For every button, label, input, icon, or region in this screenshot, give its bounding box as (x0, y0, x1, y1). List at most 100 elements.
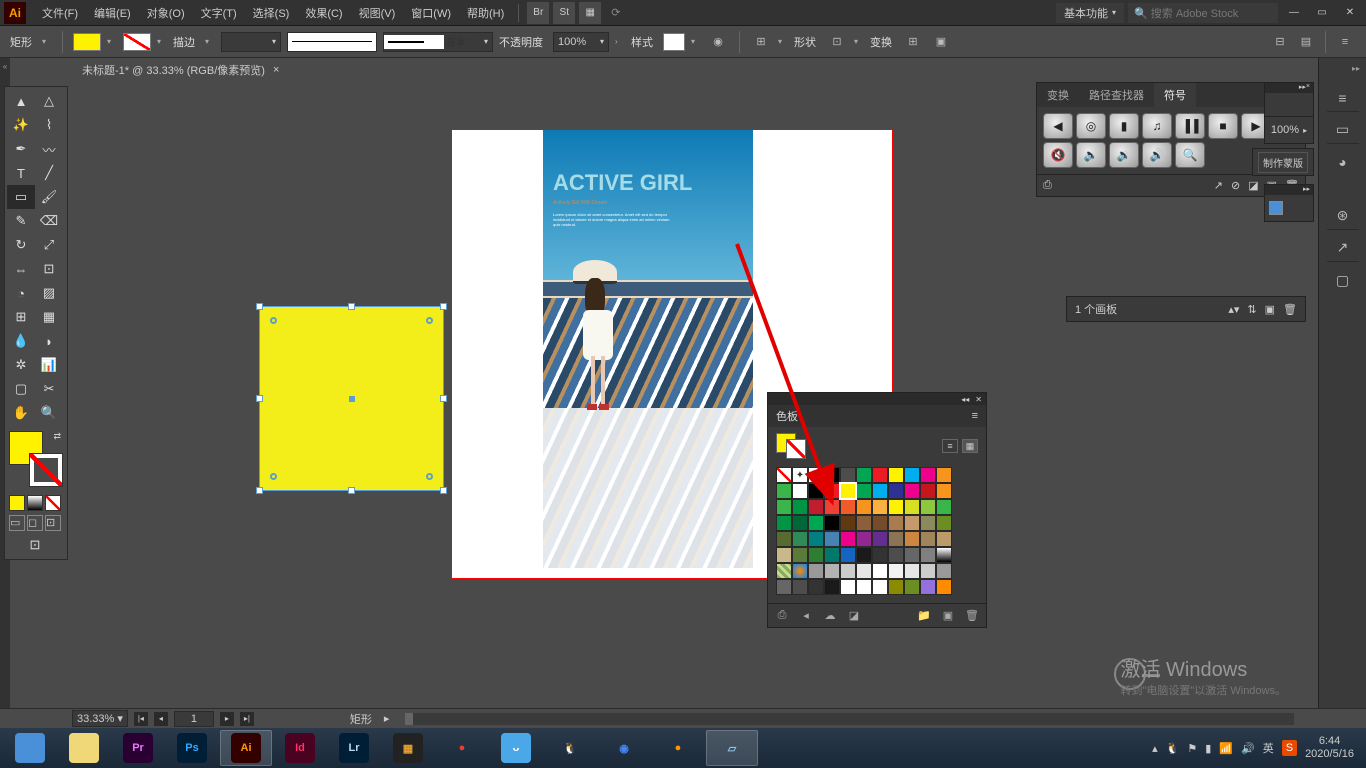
properties-panel-icon[interactable]: ≡ (1327, 84, 1359, 112)
taskbar-clock[interactable]: 6:44 2020/5/16 (1305, 735, 1354, 761)
maximize-button[interactable]: ▭ (1310, 3, 1334, 23)
swatch-17[interactable] (872, 483, 888, 499)
swatch-cloud-icon[interactable]: ☁ (822, 608, 838, 624)
prev-artboard-icon[interactable]: ◂ (154, 712, 168, 726)
perspective-tool[interactable]: ▨ (35, 281, 63, 305)
swatch-82[interactable] (856, 579, 872, 595)
curvature-tool[interactable]: 〰 (35, 137, 63, 161)
isolate-icon[interactable]: ▣ (930, 31, 952, 53)
swatch-4[interactable] (840, 467, 856, 483)
swatch-2[interactable] (808, 467, 824, 483)
taskbar-premiere[interactable]: Pr (112, 730, 164, 766)
pen-tool[interactable]: ✒ (7, 137, 35, 161)
opacity-input[interactable]: 100%▾ (553, 32, 609, 52)
line-tool[interactable]: ╱ (35, 161, 63, 185)
magic-wand-tool[interactable]: ✨ (7, 113, 35, 137)
swatch-48[interactable] (840, 531, 856, 547)
swatch-8[interactable] (904, 467, 920, 483)
gradient-mode-icon[interactable] (27, 495, 43, 511)
place-symbol-icon[interactable]: ↗ (1214, 179, 1223, 192)
search-stock-input[interactable]: 🔍 搜索 Adobe Stock (1128, 3, 1278, 23)
swatch-39[interactable] (872, 515, 888, 531)
graphic-style-swatch[interactable] (663, 33, 685, 51)
rotate-tool[interactable]: ↻ (7, 233, 35, 257)
taskbar-chrome[interactable]: ◉ (598, 730, 650, 766)
arrange-icon[interactable]: ▦ (579, 2, 601, 24)
draw-inside-icon[interactable]: ⊡ (45, 515, 61, 531)
tray-network-icon[interactable]: 📶 (1219, 742, 1233, 755)
swatch-0[interactable] (776, 467, 792, 483)
swatch-57[interactable] (808, 547, 824, 563)
swatch-75[interactable] (920, 563, 936, 579)
fill-color-swatch[interactable] (73, 33, 101, 51)
swatch-65[interactable] (936, 547, 952, 563)
swatch-6[interactable] (872, 467, 888, 483)
zoom-value[interactable]: 100% (1271, 124, 1299, 136)
swatch-27[interactable] (856, 499, 872, 515)
swatch-fill-stroke[interactable] (776, 433, 806, 459)
draw-normal-icon[interactable]: ▭ (9, 515, 25, 531)
swatch-50[interactable] (872, 531, 888, 547)
mini-close-icon[interactable]: × (1306, 83, 1310, 93)
artb-new-icon[interactable]: ▣ (1265, 303, 1275, 316)
selected-rectangle[interactable] (260, 307, 443, 490)
symbols-tab[interactable]: 符号 (1154, 83, 1196, 107)
color-panel-icon[interactable]: ▭ (1327, 116, 1359, 144)
symbol-11[interactable]: 🔍 (1175, 142, 1205, 168)
artb-delete-icon[interactable]: 🗑 (1283, 303, 1297, 316)
swatch-54[interactable] (936, 531, 952, 547)
swatch-49[interactable] (856, 531, 872, 547)
stroke-weight-input[interactable]: ▾ (221, 32, 281, 52)
symbol-options-icon[interactable]: ◪ (1248, 179, 1258, 192)
swatch-62[interactable] (888, 547, 904, 563)
swatch-85[interactable] (904, 579, 920, 595)
symbol-sprayer-tool[interactable]: ✲ (7, 353, 35, 377)
minimize-button[interactable]: — (1282, 3, 1306, 23)
shape-menu-icon[interactable]: ▾ (42, 37, 52, 46)
swatch-44[interactable] (776, 531, 792, 547)
swatch-32[interactable] (936, 499, 952, 515)
tray-up-icon[interactable]: ▴ (1152, 742, 1158, 755)
type-tool[interactable]: T (7, 161, 35, 185)
panel-menu-icon[interactable]: ≡ (1334, 31, 1356, 53)
symbol-10[interactable]: 🔊 (1142, 142, 1172, 168)
eraser-tool[interactable]: ⌫ (35, 209, 63, 233)
swatch-7[interactable] (888, 467, 904, 483)
swatch-28[interactable] (872, 499, 888, 515)
swatch-kind-icon[interactable]: ◂ (798, 608, 814, 624)
panel-collapse-icon[interactable]: ◂◂ (961, 395, 969, 404)
symbol-4[interactable]: ▐▐ (1175, 113, 1205, 139)
swatch-24[interactable] (808, 499, 824, 515)
brush-tool[interactable]: 🖌 (35, 185, 63, 209)
swatch-options-icon[interactable]: ◪ (846, 608, 862, 624)
transform-icon[interactable]: ⊞ (902, 31, 924, 53)
lasso-tool[interactable]: ⌇ (35, 113, 63, 137)
zoom-tool[interactable]: 🔍 (35, 401, 63, 425)
close-button[interactable]: ✕ (1338, 3, 1362, 23)
menu-view[interactable]: 视图(V) (351, 0, 404, 26)
tray-qq-icon[interactable]: 🐧 (1166, 742, 1180, 755)
swatch-51[interactable] (888, 531, 904, 547)
screen-mode-icon[interactable]: ⊡ (7, 533, 63, 557)
panel-close-icon[interactable]: ✕ (975, 395, 982, 404)
swatch-20[interactable] (920, 483, 936, 499)
new-swatch-icon[interactable]: ▣ (940, 608, 956, 624)
direct-selection-tool[interactable]: △ (35, 89, 63, 113)
taskbar-firefox[interactable]: ● (652, 730, 704, 766)
width-tool[interactable]: ⇔ (7, 257, 35, 281)
brush-dropdown[interactable]: 基本▾ (383, 32, 493, 52)
swatch-1[interactable] (792, 467, 808, 483)
swatch-37[interactable] (840, 515, 856, 531)
swatch-25[interactable] (824, 499, 840, 515)
taskbar-explorer[interactable] (58, 730, 110, 766)
swatches-menu-icon[interactable]: ≡ (972, 410, 978, 422)
last-artboard-icon[interactable]: ▸| (240, 712, 254, 726)
break-link-icon[interactable]: ⊘ (1231, 179, 1240, 192)
swatch-18[interactable] (888, 483, 904, 499)
mini-expand-icon[interactable]: ▸▸ (1299, 83, 1306, 93)
swatch-77[interactable] (776, 579, 792, 595)
taskbar-illustrator[interactable]: Ai (220, 730, 272, 766)
swatch-66[interactable] (776, 563, 792, 579)
artb-reorder-icon[interactable]: ⇅ (1247, 303, 1256, 316)
fill-stroke-indicator[interactable]: ⇄ (9, 431, 63, 487)
